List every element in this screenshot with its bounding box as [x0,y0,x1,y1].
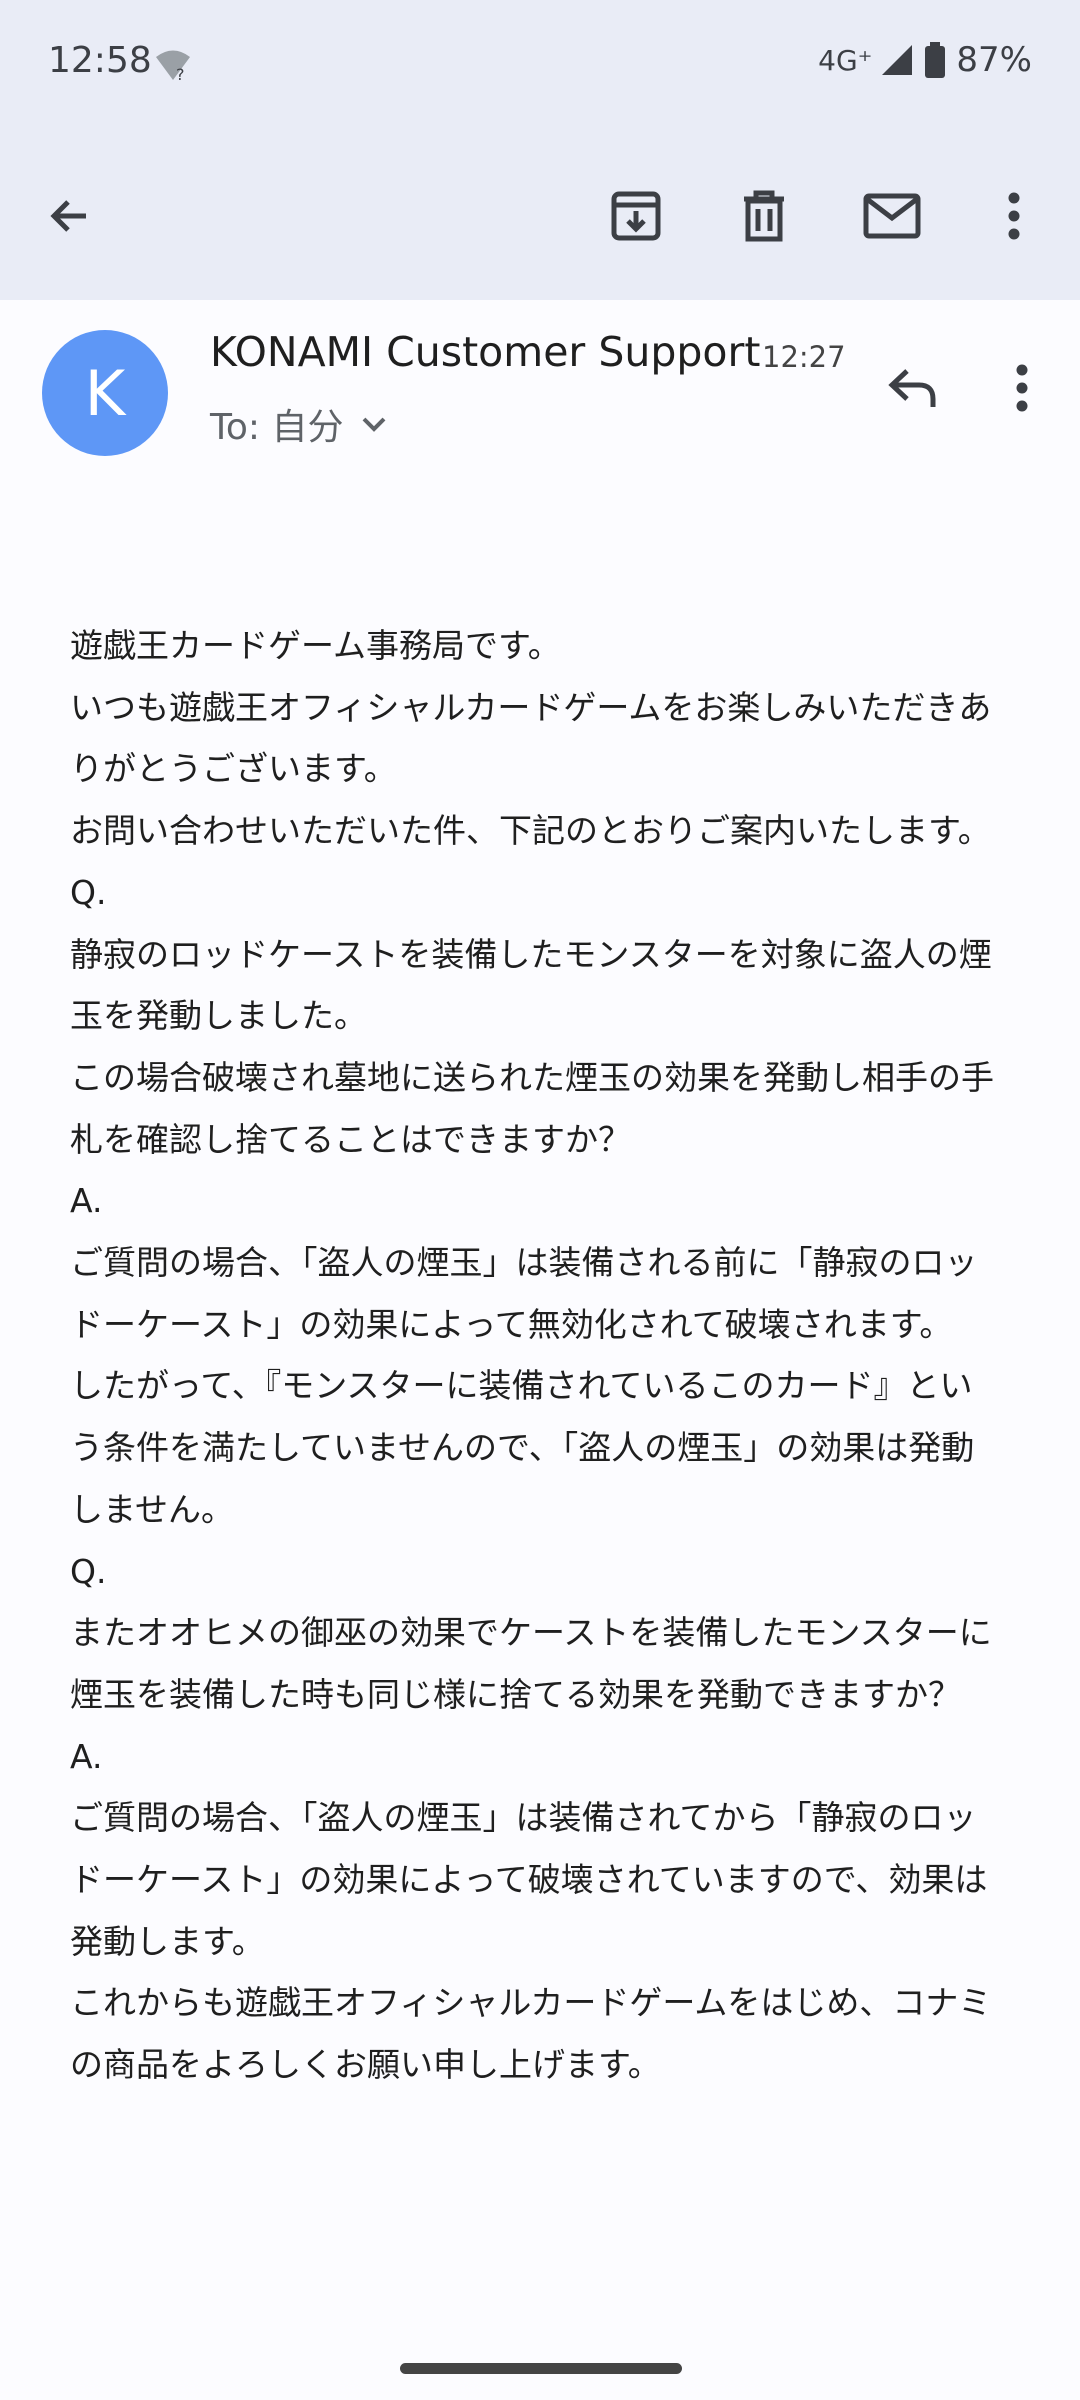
body-line: この場合破壊され墓地に送られた煙玉の効果を発動し相手の手 [70,1057,994,1097]
body-line: 発動します。 [70,1921,265,1961]
body-line: Q. [70,1551,107,1591]
arrow-back-icon[interactable] [32,178,108,254]
body-line: これからも遊戯王オフィシャルカードゲームをはじめ、コナミ [70,1983,992,2023]
body-line: A. [70,1736,103,1776]
battery-percent: 87% [956,40,1032,80]
more-vert-icon[interactable] [1000,355,1044,421]
body-line: Q. [70,872,107,912]
body-line: ご質問の場合、「盗人の煙玉」は装備されてから「静寂のロッ [70,1798,977,1838]
more-vert-icon[interactable] [976,178,1052,254]
chevron-down-icon [363,417,386,432]
body-line: 玉を発動しました。 [70,996,367,1036]
body-line: いつも遊戯王オフィシャルカードゲームをお楽しみいただきあ [70,687,992,727]
body-line: お問い合わせいただいた件、下記のとおりご案内いたします。 [70,811,991,851]
trash-icon[interactable] [726,178,802,254]
body-line: りがとうございます。 [70,749,397,789]
body-line: A. [70,1181,103,1221]
email-body: 遊戯王カードゲーム事務局です。 いつも遊戯王オフィシャルカードゲームをお楽しみい… [70,615,1020,2096]
archive-icon[interactable] [598,178,674,254]
body-line: 静寂のロッドケーストを装備したモンスターを対象に盗人の煙 [70,934,992,974]
status-time: 12:58 [48,40,152,81]
body-line: ドーケースト」の効果によって無効化されて破壊されます。 [70,1304,953,1344]
status-indicators: 4G⁺ 87% [818,40,1032,80]
body-line: 遊戯王カードゲーム事務局です。 [70,626,561,665]
recipient-label: To: 自分 [210,407,344,448]
body-line: またオオヒメの御巫の効果でケーストを装備したモンスターに [70,1613,992,1653]
signal-icon [882,45,913,75]
reply-icon[interactable] [880,355,946,421]
top-app-bar: 12:58 ? 4G⁺ 87% [0,0,1080,300]
email-header: K KONAMI Customer Support 12:27 To: 自分 [0,300,1080,480]
body-line: ドーケースト」の効果によって破壊されていますので、効果は [70,1860,988,1900]
body-line: 札を確認し捨てることはできますか？ [70,1119,631,1159]
wifi-icon: ? [154,48,192,86]
body-line: の商品をよろしくお願い申し上げます。 [70,2045,661,2085]
wifi-badge: ? [176,65,185,82]
email-time: 12:27 [762,340,846,374]
sender-name: KONAMI Customer Support [210,328,761,376]
body-line: しません。 [70,1489,235,1529]
body-line: したがって、『モンスターに装備されているこのカード』とい [70,1366,973,1406]
home-indicator[interactable] [400,2363,682,2374]
body-line: う条件を満たしていませんので、「盗人の煙玉」の効果は発動 [70,1428,975,1468]
body-line: ご質問の場合、「盗人の煙玉」は装備される前に「静寂のロッ [70,1243,978,1283]
recipient-toggle[interactable]: To: 自分 [210,398,387,450]
body-line: 煙玉を装備した時も同じ様に捨てる効果を発動できますか？ [70,1674,961,1714]
mail-icon[interactable] [854,178,930,254]
avatar[interactable]: K [42,330,168,456]
battery-icon [925,42,946,78]
network-type: 4G⁺ [818,43,873,77]
